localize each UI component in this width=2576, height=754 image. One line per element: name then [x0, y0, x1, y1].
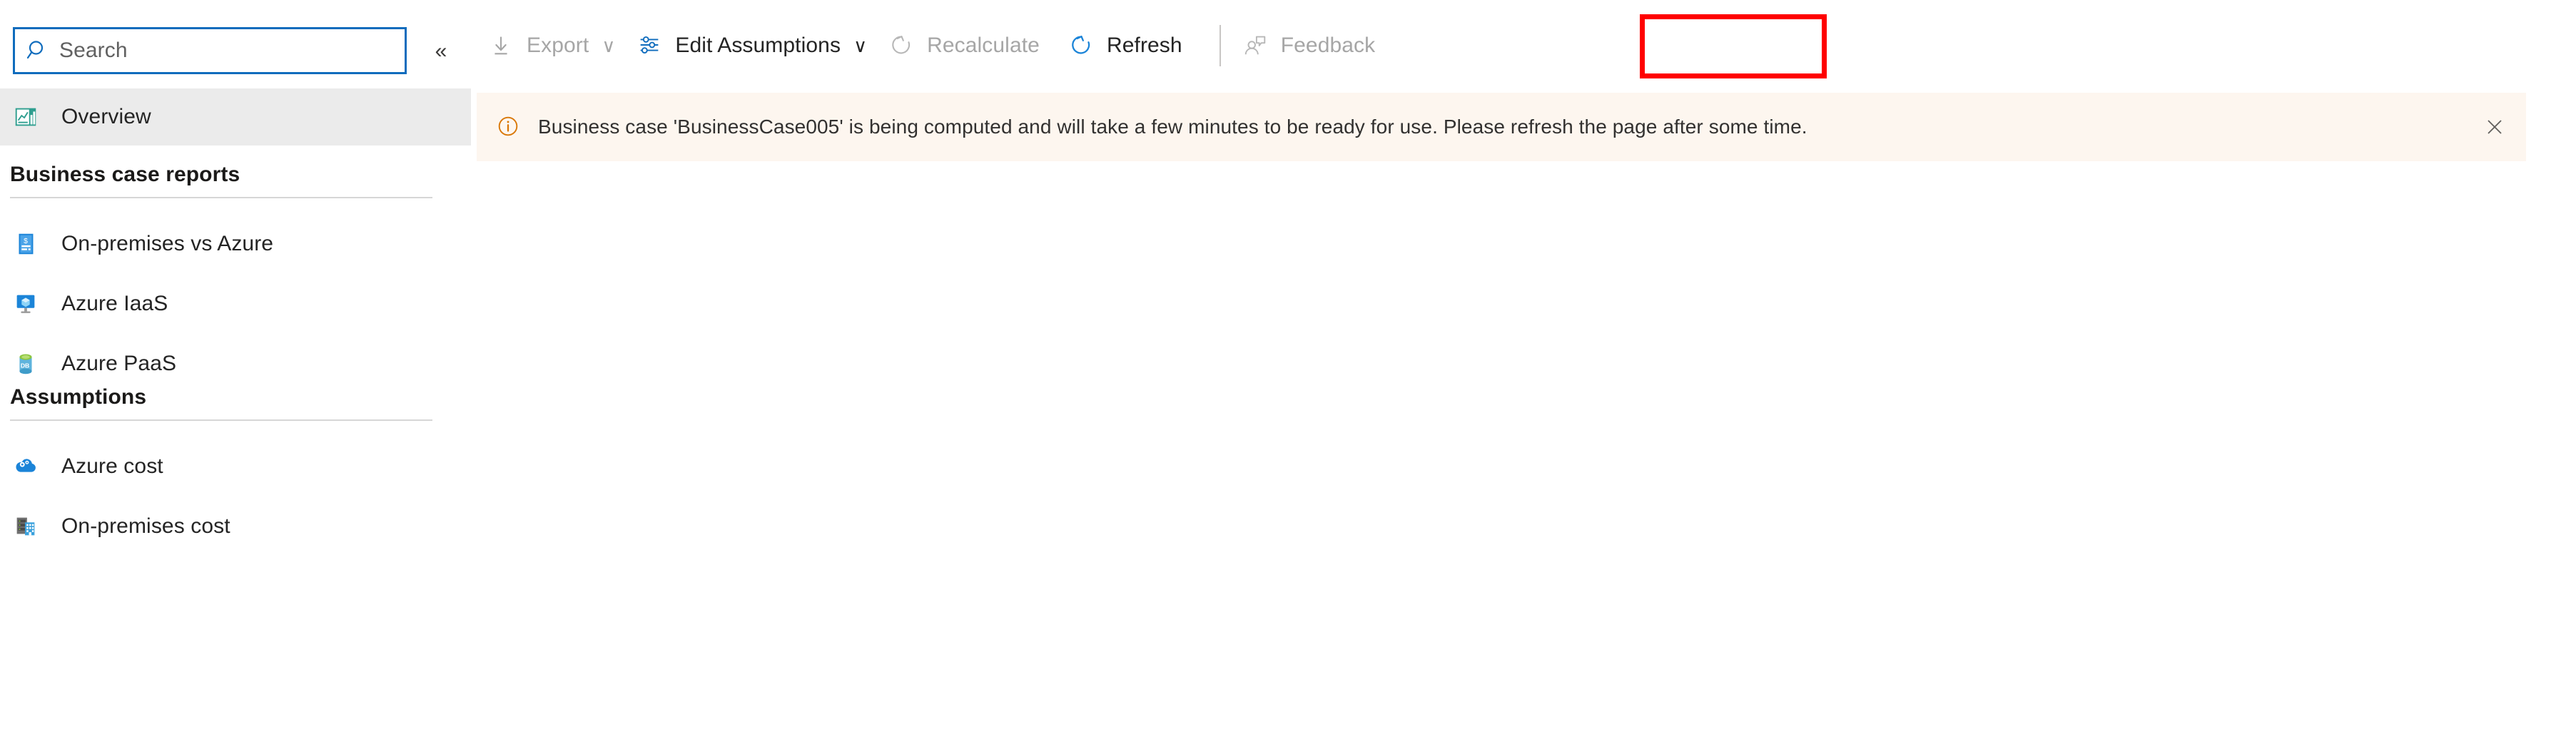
sliders-icon [635, 31, 664, 60]
section-divider [10, 197, 432, 198]
search-placeholder-text: Search [59, 39, 128, 62]
export-button[interactable]: Export ∨ [477, 19, 625, 73]
sidebar-section-business-case-reports: Business case reports $ On-premises vs A… [0, 163, 471, 394]
search-row: Search « [0, 27, 471, 77]
info-banner: Business case 'BusinessCase005' is being… [477, 93, 2526, 161]
sidebar-item-label: Azure PaaS [61, 352, 177, 375]
svg-text:DB: DB [21, 362, 29, 370]
database-icon: DB [11, 350, 40, 378]
sidebar-section-assumptions: Assumptions Azure cost On-premises cost [0, 385, 471, 556]
sidebar: Search « Overview Business case reports [0, 0, 471, 754]
sidebar-item-label: Azure IaaS [61, 292, 168, 315]
svg-text:$: $ [24, 238, 28, 245]
sidebar-item-label: On-premises vs Azure [61, 232, 274, 255]
person-speech-bubble-icon [1241, 31, 1269, 60]
refresh-circular-arrow-icon [1067, 31, 1095, 60]
section-divider [10, 419, 432, 421]
sidebar-item-overview[interactable]: Overview [0, 88, 471, 146]
recalculate-label: Recalculate [927, 34, 1040, 57]
feedback-label: Feedback [1280, 34, 1376, 57]
app-root: Search « Overview Business case reports [0, 0, 2576, 754]
sidebar-item-label: Azure cost [61, 454, 163, 478]
toolbar: Export ∨ Edit Assumptions ∨ Recalculate … [471, 0, 2576, 91]
toolbar-separator [1219, 25, 1221, 66]
edit-assumptions-button[interactable]: Edit Assumptions ∨ [625, 19, 877, 73]
edit-assumptions-label: Edit Assumptions [675, 34, 841, 57]
info-circle-icon [495, 113, 522, 141]
chart-report-icon [11, 103, 40, 131]
sidebar-item-azure-cost[interactable]: Azure cost [0, 437, 471, 496]
search-input[interactable]: Search [13, 27, 407, 74]
virtual-machine-icon [11, 290, 40, 318]
recalculate-button[interactable]: Recalculate [877, 19, 1050, 73]
recalculate-circular-arrow-icon [887, 31, 916, 60]
section-title: Business case reports [10, 163, 240, 186]
content-area: Export ∨ Edit Assumptions ∨ Recalculate … [471, 0, 2576, 754]
chevron-down-icon: ∨ [853, 35, 868, 56]
collapse-sidebar-button[interactable]: « [425, 37, 457, 66]
sidebar-item-on-premises-vs-azure[interactable]: $ On-premises vs Azure [0, 214, 471, 274]
section-title: Assumptions [10, 385, 147, 409]
sidebar-item-label: Overview [61, 105, 151, 128]
download-arrow-icon [487, 31, 515, 60]
chevron-down-icon: ∨ [602, 35, 616, 56]
sidebar-item-azure-iaas[interactable]: Azure IaaS [0, 274, 471, 334]
server-building-icon [11, 512, 40, 541]
sidebar-item-label: On-premises cost [61, 514, 230, 538]
feedback-button[interactable]: Feedback [1231, 19, 1386, 73]
refresh-label: Refresh [1106, 34, 1182, 57]
refresh-highlight-box [1640, 14, 1827, 78]
close-icon [2488, 120, 2502, 134]
sidebar-item-on-premises-cost[interactable]: On-premises cost [0, 496, 471, 556]
invoice-document-icon: $ [11, 230, 40, 258]
close-banner-button[interactable] [2479, 111, 2510, 143]
export-label: Export [527, 34, 589, 57]
cloud-gear-icon [11, 452, 40, 481]
refresh-button[interactable]: Refresh [1057, 19, 1192, 73]
banner-message: Business case 'BusinessCase005' is being… [538, 116, 1807, 138]
search-icon [26, 39, 51, 63]
